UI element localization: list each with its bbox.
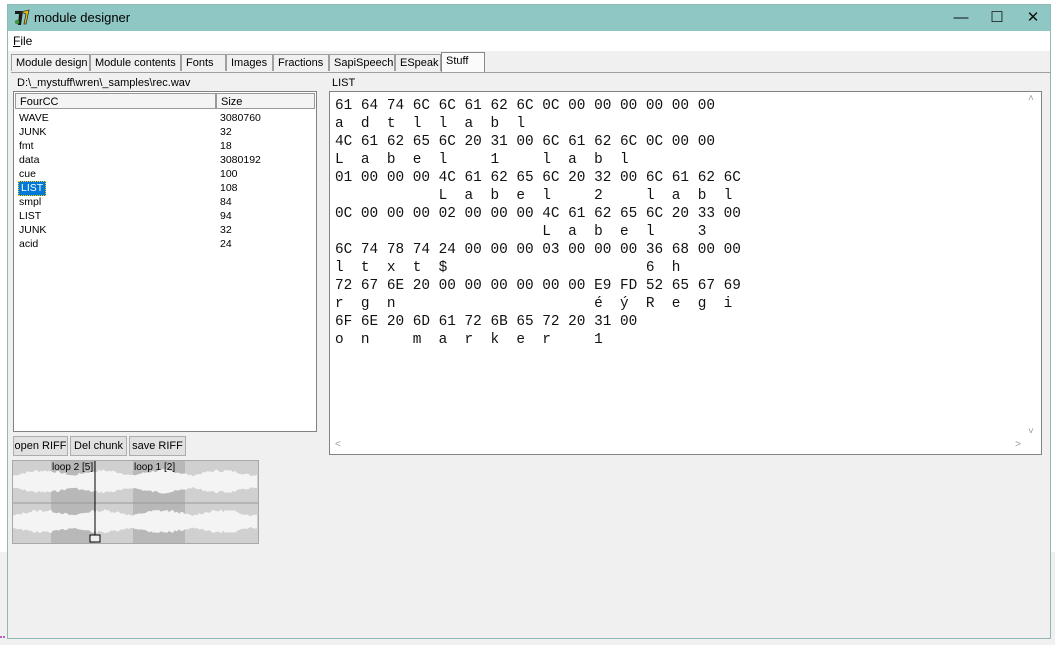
fourcc-cell: smpl <box>19 196 42 208</box>
save-riff-button[interactable]: save RIFF <box>129 436 186 456</box>
scroll-right-icon[interactable]: > <box>1015 439 1021 450</box>
fourcc-cell: data <box>19 154 40 166</box>
fourcc-cell: fmt <box>19 140 34 152</box>
tab-fractions[interactable]: Fractions <box>273 54 329 71</box>
hex-line: 6C 74 78 74 24 00 00 00 03 00 00 00 36 6… <box>335 242 741 258</box>
ascii-line: L a b e l 1 l a b l <box>335 152 629 168</box>
window-title: module designer <box>34 10 131 25</box>
size-cell: 84 <box>220 196 232 208</box>
size-cell: 3080192 <box>220 154 261 166</box>
list-item[interactable]: data 3080192 <box>14 154 314 168</box>
tab-images[interactable]: Images <box>226 54 273 71</box>
tab-stuff[interactable]: Stuff <box>441 52 485 73</box>
hex-line: 01 00 00 00 4C 61 62 65 6C 20 32 00 6C 6… <box>335 170 741 186</box>
main-window: module designer — ☐ ✕ File Module design… <box>7 4 1051 639</box>
tab-module-design[interactable]: Module design <box>11 54 90 71</box>
fourcc-cell: JUNK <box>19 126 47 138</box>
waveform-graphic <box>13 461 258 543</box>
chunk-list[interactable]: FourCC Size WAVE 3080760 JUNK 32 fmt 18 dat… <box>13 91 317 432</box>
list-item[interactable]: WAVE 3080760 <box>14 112 314 126</box>
ascii-line: l t x t $ 6 h <box>335 260 681 276</box>
list-item[interactable]: acid 24 <box>14 238 314 252</box>
hex-dump-view[interactable]: 61 64 74 6C 6C 61 62 6C 0C 00 00 00 00 0… <box>329 91 1042 455</box>
open-riff-button[interactable]: open RIFF <box>13 436 68 456</box>
hex-line: 4C 61 62 65 6C 20 31 00 6C 61 62 6C 0C 0… <box>335 134 715 150</box>
chunk-view-label: LIST <box>332 77 356 89</box>
tab-divider <box>11 72 1051 73</box>
size-cell: 94 <box>220 210 232 222</box>
ascii-line: o n m a r k e r 1 <box>335 332 603 348</box>
size-cell: 100 <box>220 168 238 180</box>
menu-file[interactable]: File <box>13 34 32 48</box>
list-item[interactable]: JUNK 32 <box>14 126 314 140</box>
list-item-selected[interactable]: LIST 108 <box>14 181 314 196</box>
horizontal-scrollbar[interactable]: < > <box>331 438 1025 453</box>
tab-espeak[interactable]: ESpeak <box>395 54 441 71</box>
list-item[interactable]: JUNK 32 <box>14 224 314 238</box>
file-path: D:\_mystuff\wren\_samples\rec.wav <box>17 77 191 89</box>
fourcc-cell: acid <box>19 238 39 250</box>
minimize-button[interactable]: — <box>943 5 979 31</box>
size-cell: 24 <box>220 238 232 250</box>
menu-file-rest: ile <box>20 34 33 48</box>
column-header-fourcc[interactable]: FourCC <box>15 93 216 109</box>
tab-module-contents[interactable]: Module contents <box>90 54 181 71</box>
ascii-line: a d t l l a b l <box>335 116 525 132</box>
fourcc-cell: JUNK <box>19 224 47 236</box>
tab-fonts[interactable]: Fonts <box>181 54 226 71</box>
size-cell: 32 <box>220 126 232 138</box>
list-item[interactable]: smpl 84 <box>14 196 314 210</box>
fourcc-cell: cue <box>19 168 36 180</box>
size-cell: 108 <box>220 182 238 194</box>
column-header-size[interactable]: Size <box>216 93 315 109</box>
hex-line: 72 67 6E 20 00 00 00 00 00 00 E9 FD 52 6… <box>335 278 741 294</box>
close-button[interactable]: ✕ <box>1015 5 1051 31</box>
fourcc-cell: LIST <box>18 181 47 196</box>
loop-1-label: loop 1 [2] <box>134 462 176 473</box>
tab-sapispeech[interactable]: SapiSpeech <box>329 54 395 71</box>
list-item[interactable]: cue 100 <box>14 168 314 182</box>
scroll-down-icon[interactable]: ˅ <box>1028 426 1034 437</box>
app-icon <box>14 9 30 25</box>
fourcc-cell: LIST <box>19 210 42 222</box>
list-item[interactable]: fmt 18 <box>14 140 314 154</box>
scroll-left-icon[interactable]: < <box>335 439 341 450</box>
waveform-view[interactable]: loop 2 [5] loop 1 [2] <box>12 460 259 544</box>
ascii-line: L a b e l 2 l a b l <box>335 188 733 204</box>
loop-2-label: loop 2 [5] <box>52 462 94 473</box>
list-item[interactable]: LIST 94 <box>14 210 314 224</box>
maximize-button[interactable]: ☐ <box>979 5 1015 31</box>
scroll-up-icon[interactable]: ˄ <box>1028 93 1034 104</box>
size-cell: 32 <box>220 224 232 236</box>
size-cell: 3080760 <box>220 112 261 124</box>
vertical-scrollbar[interactable]: ˄ ˅ <box>1025 93 1040 439</box>
title-bar[interactable]: module designer — ☐ ✕ <box>8 5 1050 31</box>
hex-line: 61 64 74 6C 6C 61 62 6C 0C 00 00 00 00 0… <box>335 98 715 114</box>
ascii-line: L a b e l 3 <box>335 224 707 240</box>
ascii-line: r g n é ý R e g i <box>335 296 733 312</box>
del-chunk-button[interactable]: Del chunk <box>70 436 127 456</box>
hex-line: 6F 6E 20 6D 61 72 6B 65 72 20 31 00 <box>335 314 638 330</box>
fourcc-cell: WAVE <box>19 112 49 124</box>
size-cell: 18 <box>220 140 232 152</box>
hex-line: 0C 00 00 00 02 00 00 00 4C 61 62 65 6C 2… <box>335 206 741 222</box>
menu-bar: File <box>8 31 1050 51</box>
